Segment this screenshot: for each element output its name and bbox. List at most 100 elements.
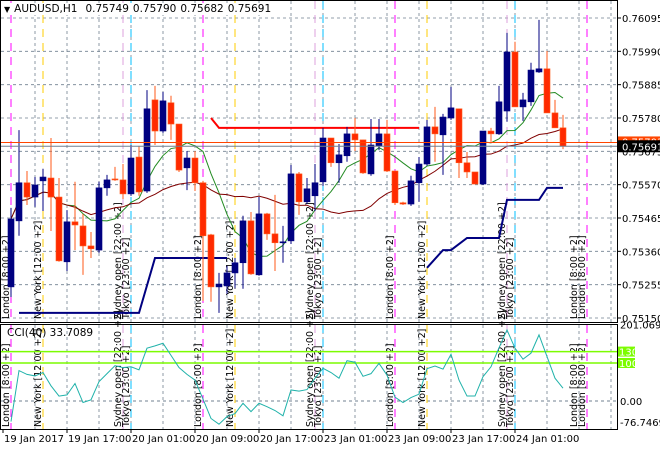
candle-body — [135, 156, 143, 193]
bull-candle — [95, 181, 103, 253]
candle-body — [255, 213, 263, 276]
candle-body — [55, 196, 63, 262]
price-axis-label: 0.75780 — [622, 114, 660, 125]
price-axis-label: 0.75990 — [622, 47, 660, 58]
bear-candle — [271, 194, 279, 272]
bear-candle — [191, 151, 199, 192]
candle-body — [151, 99, 159, 132]
bear-candle — [135, 145, 143, 196]
time-axis-label: 20 Jan 17:00 — [260, 434, 323, 445]
candle-body — [527, 69, 535, 103]
session-label: Tokyo [23:00 +2] — [313, 238, 324, 320]
cci-level-100-label: 100 — [619, 359, 638, 370]
session-label: New York [12:00 +2] — [417, 221, 428, 319]
bull-candle — [279, 225, 287, 263]
step-line — [426, 186, 563, 269]
bull-candle — [535, 19, 543, 73]
cci-axis-zero: 0.00 — [620, 397, 642, 408]
candle-body — [127, 157, 135, 195]
bull-candle — [527, 62, 535, 106]
triangle-down-icon[interactable]: ▼ — [4, 5, 10, 14]
price-axis-label: 0.75570 — [622, 181, 660, 192]
candle-body — [391, 170, 399, 204]
session-label: New York [12:00 +2] — [33, 221, 44, 319]
session-label: Tokyo [23:00 +2] — [505, 346, 516, 428]
candle-body — [31, 184, 39, 198]
candle-body — [287, 173, 295, 242]
bull-candle — [407, 175, 415, 206]
bear-candle — [175, 123, 183, 172]
bear-candle — [47, 138, 55, 232]
bull-candle — [303, 178, 311, 205]
bear-candle — [463, 151, 471, 178]
candle-body — [167, 102, 175, 125]
candle-body — [423, 126, 431, 165]
bear-candle — [167, 95, 175, 140]
bull-candle — [255, 197, 263, 276]
time-axis-label: 19 Jan 2017 — [4, 434, 64, 445]
candle-body — [543, 68, 551, 114]
bid-price-label: 0.75691 — [622, 142, 660, 153]
candle-body — [447, 107, 455, 119]
candle-body — [191, 157, 199, 184]
candle-body — [279, 241, 287, 244]
bear-candle — [471, 171, 479, 185]
candle-body — [455, 108, 463, 164]
time-axis-label: 20 Jan 01:00 — [132, 434, 195, 445]
time-axis-label: 19 Jan 17:00 — [68, 434, 131, 445]
candle-body — [495, 101, 503, 135]
bull-candle — [375, 118, 383, 151]
bull-candle — [183, 151, 191, 191]
bear-candle — [559, 114, 567, 150]
bear-candle — [55, 178, 63, 262]
low-value: 0.75682 — [180, 3, 224, 15]
candle-body — [359, 139, 367, 174]
candle-body — [487, 130, 495, 135]
bull-candle — [103, 174, 111, 196]
bull-candle — [519, 92, 527, 121]
time-axis-label: 23 Jan 01:00 — [324, 434, 387, 445]
bear-candle — [87, 231, 95, 258]
price-axis-label: 0.75255 — [622, 281, 660, 292]
bear-candle — [399, 201, 407, 205]
price-axis-label: 0.75465 — [622, 214, 660, 225]
bull-candle — [287, 164, 295, 245]
candle-body — [327, 137, 335, 164]
bear-candle — [543, 51, 551, 114]
candle-body — [383, 133, 391, 172]
candle-body — [535, 68, 543, 73]
session-label: London [8:00 +2] — [1, 343, 12, 427]
cci-indicator-label: CCI(40) 33.7089 — [7, 327, 94, 339]
candle-body — [247, 220, 255, 275]
chart-header: ▼ AUDUSD,H1 0.75749 0.75790 0.75682 0.75… — [4, 3, 272, 15]
candle-body — [183, 157, 191, 169]
bull-candle — [127, 144, 135, 196]
candle-body — [439, 116, 447, 136]
cci-axis-min: -76.7469 — [620, 418, 660, 429]
bull-candle — [31, 177, 39, 207]
candle-body — [215, 283, 223, 288]
bear-candle — [119, 164, 127, 199]
candle-body — [367, 144, 375, 175]
candle-body — [335, 154, 343, 164]
time-axis-label: 24 Jan 01:00 — [516, 434, 579, 445]
session-label: London [8:00 +2] — [569, 235, 580, 319]
candle-body — [23, 182, 31, 198]
price-chart[interactable]: 0.760950.759900.758850.757800.756750.755… — [0, 0, 660, 450]
cci-level-130-label: 130 — [619, 348, 638, 359]
bear-candle — [79, 213, 87, 275]
time-axis-label: 23 Jan 09:00 — [388, 434, 451, 445]
price-axis-label: 0.75885 — [622, 81, 660, 92]
candle-body — [7, 218, 15, 288]
bear-candle — [151, 85, 159, 145]
session-label: New York [12:00 +2] — [225, 329, 236, 427]
cci-axis-max: 201.0694 — [620, 321, 660, 332]
time-axis-label: 23 Jan 17:00 — [452, 434, 515, 445]
candle-body — [103, 179, 111, 189]
candle-body — [343, 133, 351, 157]
bull-candle — [439, 113, 447, 175]
candle-body — [39, 176, 47, 182]
candle-body — [511, 51, 519, 108]
candle-body — [199, 182, 207, 237]
candle-body — [95, 187, 103, 251]
